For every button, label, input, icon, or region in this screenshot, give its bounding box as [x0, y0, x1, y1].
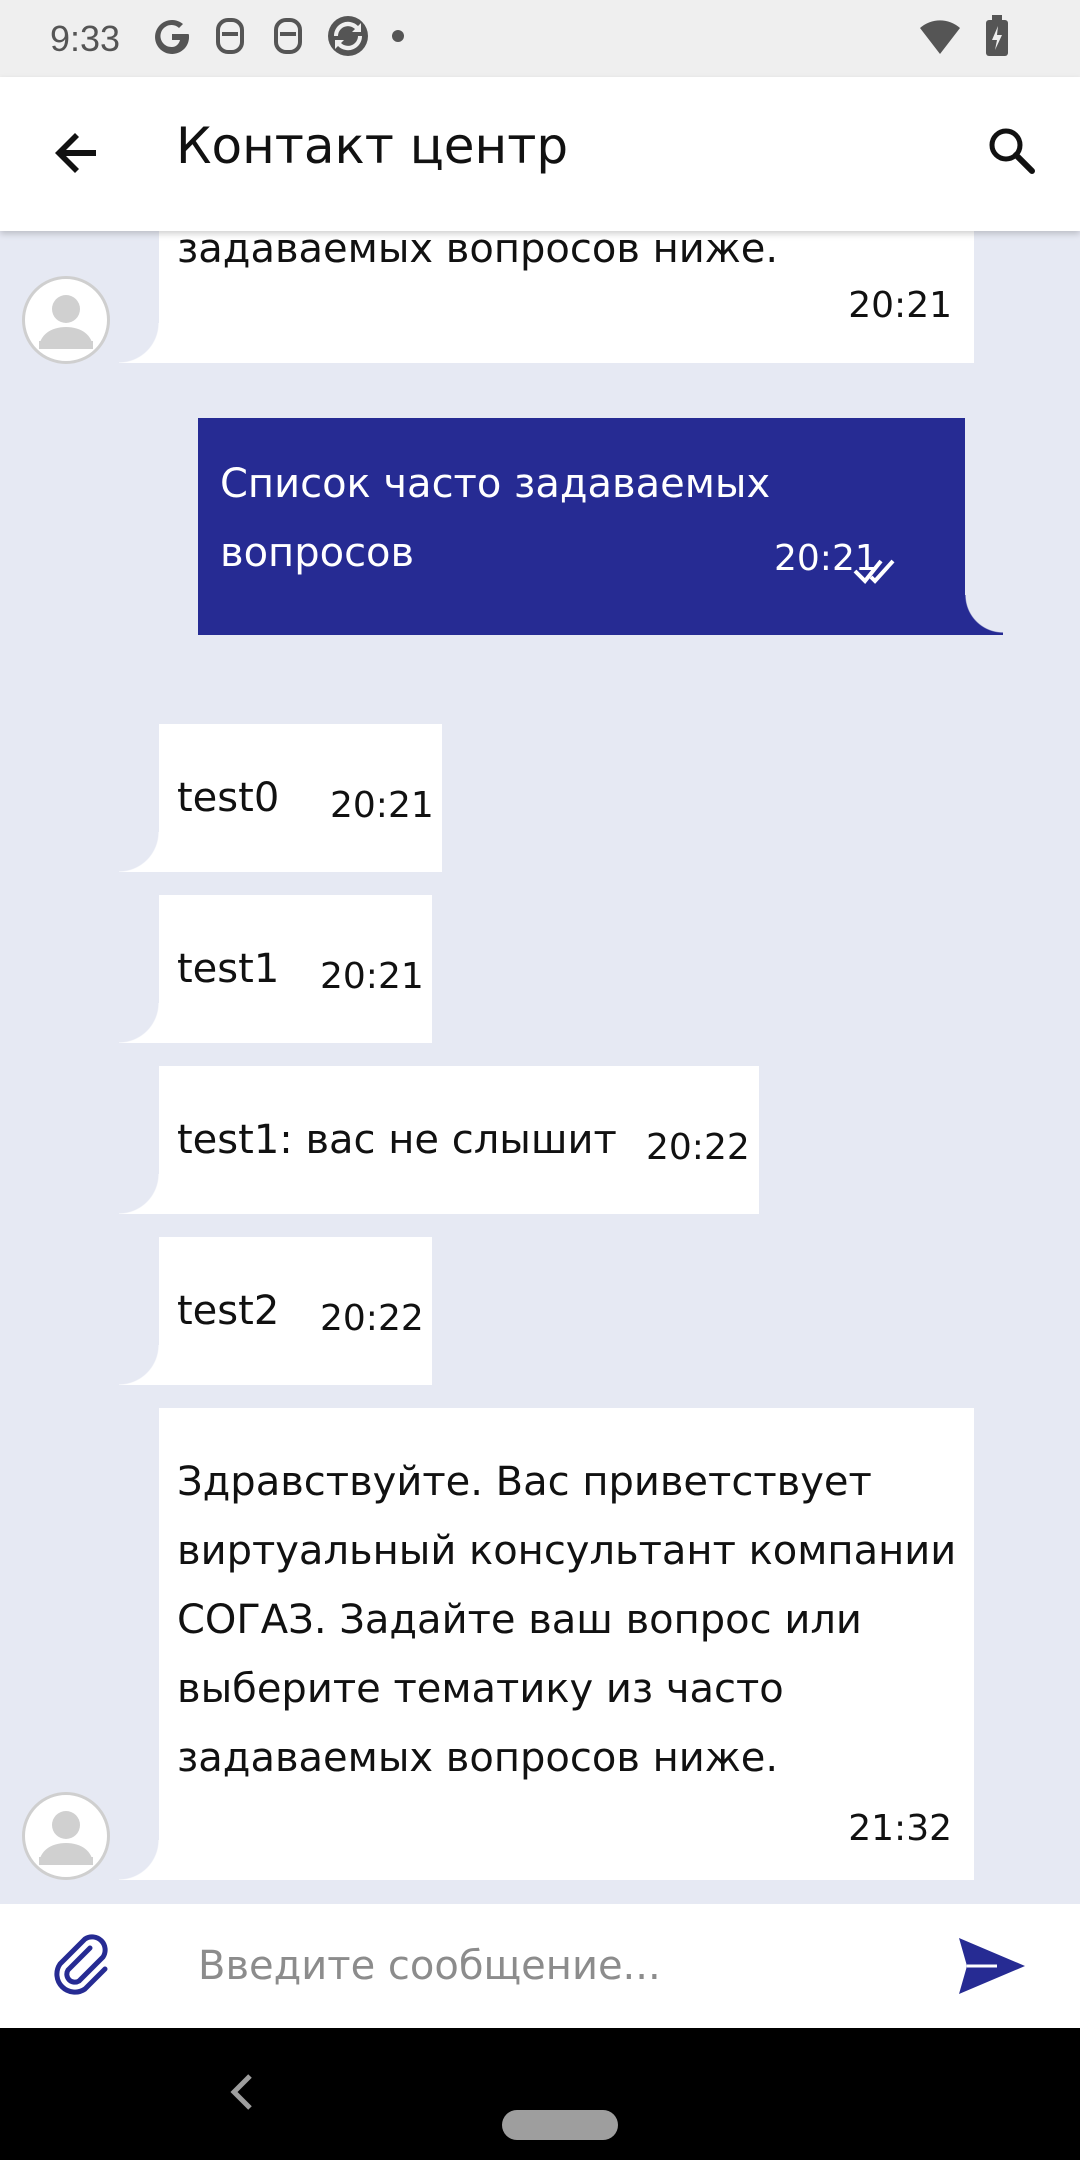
status-notification-icons: [152, 14, 408, 63]
incoming-message: Здравствуйте. Вас приветствует виртуальн…: [119, 1408, 974, 1880]
nav-back-button[interactable]: [222, 2072, 262, 2116]
message-text-line: Список часто задаваемых: [220, 461, 771, 507]
nav-home-button[interactable]: [502, 2110, 618, 2140]
status-system-icons: [918, 14, 1010, 63]
message-composer: [0, 1904, 1080, 2028]
message-text-line: Здравствуйте. Вас приветствует: [177, 1459, 872, 1505]
outgoing-message: Список часто задаваемых вопросов 20:21: [198, 418, 1003, 635]
attach-button[interactable]: [44, 1930, 120, 2006]
status-bar: 9:33: [0, 0, 1080, 77]
avatar: [22, 276, 110, 364]
notification-icon: [210, 16, 250, 61]
message-time: 20:21: [320, 956, 424, 997]
send-button[interactable]: [954, 1930, 1030, 2006]
message-time: 20:21: [848, 285, 952, 326]
message-time: 20:22: [646, 1127, 750, 1168]
incoming-message: test1: вас не слышит 20:22: [119, 1066, 759, 1214]
search-icon: [985, 124, 1037, 180]
chat-message-list[interactable]: задаваемых вопросов ниже. 20:21 Список ч…: [0, 231, 1080, 1904]
message-time: 20:21: [330, 785, 434, 826]
message-text-line: вопросов: [220, 530, 415, 576]
paperclip-icon: [50, 1934, 114, 2002]
status-time: 9:33: [50, 18, 121, 59]
incoming-message: test0 20:21: [119, 724, 442, 872]
incoming-message: задаваемых вопросов ниже. 20:21: [119, 231, 974, 363]
app-bar: Контакт центр: [0, 77, 1080, 231]
wifi-icon: [918, 16, 962, 61]
message-text-line: выберите тематику из часто: [177, 1666, 784, 1712]
chevron-left-icon: [230, 2072, 254, 2116]
page-title: Контакт центр: [176, 117, 569, 175]
dot-icon: [388, 16, 408, 61]
arrow-left-icon: [52, 128, 102, 182]
avatar: [22, 1792, 110, 1880]
message-text-line: СОГАЗ. Задайте ваш вопрос или: [177, 1597, 862, 1643]
back-button[interactable]: [42, 120, 112, 190]
send-icon: [957, 1936, 1027, 2000]
google-icon: [152, 16, 192, 61]
search-button[interactable]: [976, 117, 1046, 187]
message-text-line: задаваемых вопросов ниже.: [177, 1735, 779, 1781]
notification-icon: [268, 16, 308, 61]
battery-charging-icon: [984, 14, 1010, 63]
message-time: 21:32: [848, 1808, 952, 1849]
sync-icon: [326, 14, 370, 63]
incoming-message: test1 20:21: [119, 895, 432, 1043]
message-text: test1: вас не слышит: [177, 1117, 617, 1163]
message-text: задаваемых вопросов ниже.: [177, 231, 779, 272]
message-time: 20:22: [320, 1298, 424, 1339]
incoming-message: test2 20:22: [119, 1237, 432, 1385]
message-text: test2: [177, 1288, 280, 1334]
message-text: test0: [177, 775, 280, 821]
message-text-line: виртуальный консультант компании: [177, 1528, 957, 1574]
double-check-icon: [853, 540, 905, 609]
system-navigation-bar: [0, 2028, 1080, 2160]
message-text: test1: [177, 946, 280, 992]
message-input[interactable]: [196, 1926, 916, 2006]
